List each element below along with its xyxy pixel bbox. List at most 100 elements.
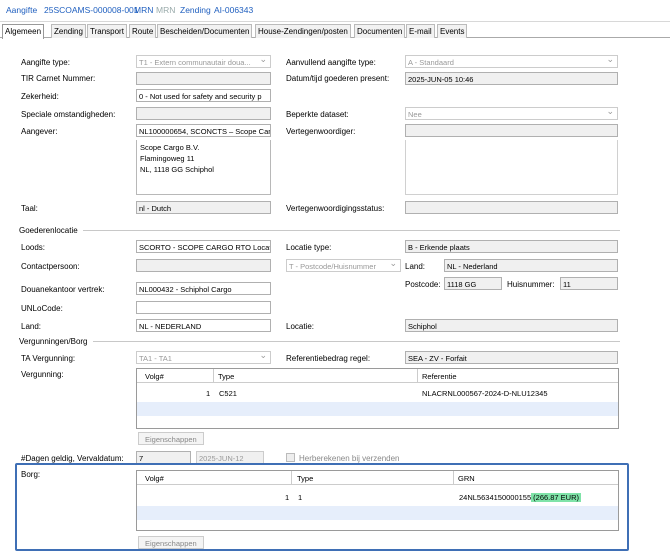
speciale-label: Speciale omstandigheden: <box>21 110 116 119</box>
land2-label: Land: <box>21 322 42 331</box>
douanekantoor-label: Douanekantoor vertrek: <box>21 285 105 294</box>
tab-events[interactable]: Events <box>437 24 468 38</box>
ta-vergunning-label: TA Vergunning: <box>21 354 76 363</box>
postcode-type-select[interactable]: T - Postcode/Huisnummer <box>286 259 401 272</box>
borg-col-grn[interactable]: GRN <box>458 474 475 483</box>
referentiebedrag-label: Referentiebedrag regel: <box>286 354 371 363</box>
vergunning-label: Vergunning: <box>21 370 64 379</box>
herberekenen-checkbox[interactable] <box>286 453 295 462</box>
aangifte-type-select[interactable]: T1 - Extern communautair doua... <box>136 55 271 68</box>
douanekantoor-input[interactable]: NL000432 - Schiphol Cargo <box>136 282 271 295</box>
tab-zending[interactable]: Zending <box>51 24 86 38</box>
zending-number[interactable]: AI-006343 <box>214 5 253 15</box>
eigenschappen-button[interactable]: Eigenschappen <box>138 432 204 445</box>
taal-input[interactable]: nl - Dutch <box>136 201 271 214</box>
col-referentie[interactable]: Referentie <box>422 372 457 381</box>
tir-label: TIR Carnet Nummer: <box>21 74 96 83</box>
unlocode-label: UNLoCode: <box>21 304 63 313</box>
borg-row-grn: 24NL5634150000155 (266.87 EUR) <box>459 493 582 502</box>
tab-house-zendingen[interactable]: House-Zendingen/posten <box>255 24 351 38</box>
tab-email[interactable]: E-mail <box>406 24 435 38</box>
address-line-1: Scope Cargo B.V. <box>140 143 200 152</box>
land-input[interactable]: NL - Nederland <box>444 259 618 272</box>
row-type: C521 <box>219 389 237 398</box>
address-line-3: NL, 1118 GG Schiphol <box>140 165 214 174</box>
locatie-label: Locatie: <box>286 322 315 331</box>
mrn-value: MRN <box>156 5 176 15</box>
aangever-label: Aangever: <box>21 127 58 136</box>
address-line-2: Flamingoweg 11 <box>140 154 195 163</box>
aangifte-type-label: Aangifte type: <box>21 58 70 67</box>
col-volg[interactable]: Volg# <box>145 372 164 381</box>
vergunning-grid[interactable]: Volg# Type Referentie 1 C521 NLACRNL0005… <box>136 368 619 429</box>
borg-col-type[interactable]: Type <box>297 474 313 483</box>
aangever-input[interactable]: NL100000654, SCONCTS – Scope Car <box>136 124 271 137</box>
locatie-type-input[interactable]: B - Erkende plaats <box>405 240 618 253</box>
vert-status-label: Vertegenwoordigingsstatus: <box>286 204 385 213</box>
tir-input[interactable] <box>136 72 271 85</box>
row-referentie: NLACRNL000567-2024-D-NLU12345 <box>422 389 548 398</box>
locatie-input[interactable]: Schiphol <box>405 319 618 332</box>
contactpersoon-label: Contactpersoon: <box>21 262 80 271</box>
loods-input[interactable]: SCORTO - SCOPE CARGO RTO Locat <box>136 240 271 253</box>
grn-number: 24NL5634150000155 <box>459 493 532 502</box>
borg-row-volg: 1 <box>285 493 290 502</box>
borg-grid-header: Volg# Type GRN <box>137 471 618 485</box>
vergunningen-title: Vergunningen/Borg <box>19 337 88 346</box>
tab-route[interactable]: Route <box>129 24 157 38</box>
row-volg: 1 <box>206 389 211 398</box>
huisnummer-label: Huisnummer: <box>507 280 555 289</box>
land2-input[interactable]: NL - NEDERLAND <box>136 319 271 332</box>
tab-algemeen[interactable]: Algemeen <box>2 24 45 39</box>
grn-amount-highlight: (266.87 EUR) <box>531 493 582 502</box>
zekerheid-label: Zekerheid: <box>21 92 59 101</box>
tab-transport[interactable]: Transport <box>87 24 127 38</box>
vergunningen-divider <box>93 341 620 342</box>
locatie-type-label: Locatie type: <box>286 243 332 252</box>
borg-label: Borg: <box>21 470 41 479</box>
vertegenwoordiger-address-box <box>405 140 618 195</box>
aangifte-label: Aangifte <box>6 5 38 15</box>
contactpersoon-input[interactable] <box>136 259 271 272</box>
borg-grid[interactable]: Volg# Type GRN 1 1 24NL5634150000155 (266… <box>136 470 619 531</box>
table-row[interactable]: 1 C521 NLACRNL000567-2024-D-NLU12345 <box>137 386 618 400</box>
beperkte-label: Beperkte dataset: <box>286 110 349 119</box>
dagen-label: #Dagen geldig, Vervaldatum: <box>21 454 124 463</box>
table-row[interactable]: 1 1 24NL5634150000155 (266.87 EUR) <box>137 490 618 504</box>
land-label: Land: <box>405 262 426 271</box>
mrn-label: MRN <box>134 5 154 15</box>
postcode-input[interactable]: 1118 GG <box>444 277 502 290</box>
aangever-address-box: Scope Cargo B.V. Flamingoweg 11 NL, 1118… <box>136 140 271 195</box>
col-type[interactable]: Type <box>218 372 234 381</box>
tab-bescheiden[interactable]: Bescheiden/Documenten <box>157 24 253 38</box>
aanvullend-type-label: Aanvullend aangifte type: <box>286 58 376 67</box>
datum-label: Datum/tijd goederen present: <box>286 74 390 83</box>
tab-documenten[interactable]: Documenten <box>354 24 406 38</box>
aangifte-number: 25SCOAMS-000008-001 <box>44 5 139 15</box>
grid-empty-row <box>137 402 618 416</box>
beperkte-select[interactable]: Nee <box>405 107 618 120</box>
taal-label: Taal: <box>21 204 38 213</box>
postcode-label: Postcode: <box>405 280 441 289</box>
zekerheid-input[interactable]: 0 - Not used for safety and security p <box>136 89 271 102</box>
goederenlocatie-title: Goederenlocatie <box>19 226 78 235</box>
zending-label: Zending <box>180 5 211 15</box>
aanvullend-type-select[interactable]: A - Standaard <box>405 55 618 68</box>
tab-bar: Algemeen Zending Transport Route Beschei… <box>0 24 670 39</box>
datum-input[interactable]: 2025-JUN-05 10:46 <box>405 72 618 85</box>
borg-eigenschappen-button[interactable]: Eigenschappen <box>138 536 204 549</box>
header-bar: Aangifte 25SCOAMS-000008-001 MRN MRN Zen… <box>0 0 670 22</box>
borg-row-type: 1 <box>298 493 303 502</box>
ta-vergunning-select[interactable]: TA1 - TA1 <box>136 351 271 364</box>
referentiebedrag-input[interactable]: SEA - ZV - Forfait <box>405 351 618 364</box>
borg-col-volg[interactable]: Volg# <box>145 474 164 483</box>
loods-label: Loods: <box>21 243 46 252</box>
vertegenwoordiger-input[interactable] <box>405 124 618 137</box>
speciale-input[interactable] <box>136 107 271 120</box>
huisnummer-input[interactable]: 11 <box>560 277 618 290</box>
vert-status-input[interactable] <box>405 201 618 214</box>
unlocode-input[interactable] <box>136 301 271 314</box>
grid-empty-row <box>137 506 618 520</box>
vertegenwoordiger-label: Vertegenwoordiger: <box>286 127 356 136</box>
vergunning-grid-header: Volg# Type Referentie <box>137 369 618 383</box>
